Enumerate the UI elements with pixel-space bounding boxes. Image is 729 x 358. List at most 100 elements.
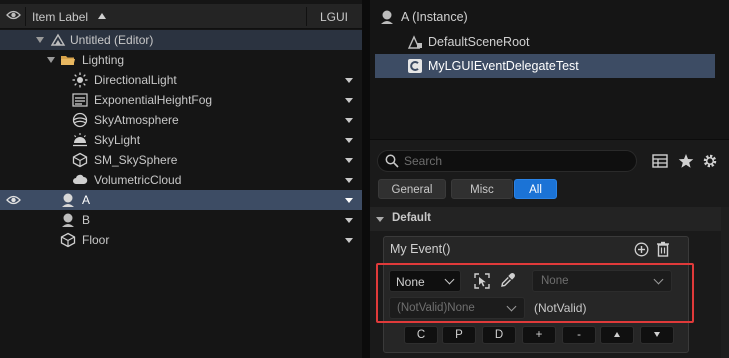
remove-entry-button[interactable]: - xyxy=(562,326,596,344)
sort-ascending-icon[interactable] xyxy=(98,13,106,19)
outliner-row-label: VolumetricCloud xyxy=(94,173,182,187)
paste-button[interactable]: P xyxy=(442,326,476,344)
outliner-header: Item Label LGUI xyxy=(0,4,362,29)
header-separator xyxy=(306,7,307,26)
delete-trash-icon[interactable] xyxy=(656,241,670,260)
category-label: Default xyxy=(392,212,431,224)
outliner-row-label: SM_SkySphere xyxy=(94,153,178,167)
cpp-class-icon xyxy=(407,58,423,74)
add-entry-button[interactable]: + xyxy=(522,326,556,344)
component-row-scene-root[interactable]: DefaultSceneRoot xyxy=(375,30,715,54)
component-label: A (Instance) xyxy=(401,10,468,24)
row-dropdown-icon[interactable] xyxy=(345,178,353,183)
skylight-icon xyxy=(72,132,88,148)
duplicate-button[interactable]: D xyxy=(482,326,516,344)
component-label: MyLGUIEventDelegateTest xyxy=(428,59,579,73)
expand-arrow-icon[interactable] xyxy=(36,37,44,43)
filter-all-button[interactable]: All xyxy=(514,179,557,199)
filter-misc-button[interactable]: Misc xyxy=(451,179,513,199)
world-outliner: Item Label LGUI Untitled (Editor) Lighti… xyxy=(0,0,362,358)
item-label-column-header[interactable]: Item Label xyxy=(32,10,88,24)
scene-root-icon xyxy=(407,34,423,50)
move-up-button[interactable] xyxy=(600,326,634,344)
outliner-row-label: Untitled (Editor) xyxy=(70,33,154,47)
details-panel: A (Instance) DefaultSceneRoot MyLGUIEven… xyxy=(370,0,729,358)
outliner-row-actor[interactable]: DirectionalLight xyxy=(0,70,362,90)
lgui-column-header[interactable]: LGUI xyxy=(320,10,348,24)
fog-icon xyxy=(72,92,88,108)
expand-arrow-icon[interactable] xyxy=(47,57,55,63)
settings-gear-icon[interactable] xyxy=(701,152,719,170)
chevron-down-icon xyxy=(653,274,664,285)
outliner-row-label: A xyxy=(82,193,91,207)
event-delegate-panel: My Event() None None (NotValid)None (Not… xyxy=(376,236,694,353)
target-actor-value: None xyxy=(396,275,425,289)
components-tree: A (Instance) DefaultSceneRoot MyLGUIEven… xyxy=(370,0,729,140)
row-dropdown-icon[interactable] xyxy=(345,198,353,203)
move-down-button[interactable] xyxy=(640,326,674,344)
sun-icon xyxy=(72,72,88,88)
function-value: None xyxy=(541,275,569,287)
outliner-row-actor-a[interactable]: A xyxy=(0,190,362,210)
target-actor-select[interactable]: None xyxy=(389,270,461,292)
outliner-row-actor[interactable]: Floor xyxy=(0,230,362,250)
outliner-row-level[interactable]: Untitled (Editor) xyxy=(0,30,362,50)
chevron-down-icon xyxy=(506,301,517,312)
folder-icon xyxy=(60,52,76,68)
component-value: (NotValid)None xyxy=(397,302,475,314)
static-mesh-icon xyxy=(60,232,76,248)
header-separator xyxy=(25,7,26,26)
row-dropdown-icon[interactable] xyxy=(345,118,353,123)
outliner-row-folder[interactable]: Lighting xyxy=(0,50,362,70)
search-icon xyxy=(385,154,399,171)
row-dropdown-icon[interactable] xyxy=(345,138,353,143)
component-row-delegate-test[interactable]: MyLGUIEventDelegateTest xyxy=(375,54,715,78)
eyedropper-icon[interactable] xyxy=(500,272,516,291)
outliner-row-actor[interactable]: VolumetricCloud xyxy=(0,170,362,190)
visibility-eye-icon[interactable] xyxy=(6,194,21,209)
outliner-row-actor[interactable]: SkyAtmosphere xyxy=(0,110,362,130)
function-select[interactable]: None xyxy=(532,270,672,292)
outliner-row-label: SkyAtmosphere xyxy=(94,113,179,127)
level-icon xyxy=(50,32,66,48)
outliner-row-actor[interactable]: SM_SkySphere xyxy=(0,150,362,170)
outliner-row-actor[interactable]: ExponentialHeightFog xyxy=(0,90,362,110)
favorites-star-icon[interactable] xyxy=(677,152,695,170)
component-label: DefaultSceneRoot xyxy=(428,35,530,49)
event-title: My Event() xyxy=(390,242,451,256)
atmosphere-icon xyxy=(72,112,88,128)
details-scrollbar[interactable] xyxy=(721,207,729,358)
filter-general-button[interactable]: General xyxy=(378,179,446,199)
outliner-row-actor[interactable]: SkyLight xyxy=(0,130,362,150)
visibility-eye-icon[interactable] xyxy=(6,9,21,24)
add-icon[interactable] xyxy=(634,242,649,260)
category-default-header[interactable]: Default xyxy=(370,207,729,231)
row-dropdown-icon[interactable] xyxy=(345,98,353,103)
parameter-status-text: (NotValid) xyxy=(534,301,587,315)
outliner-row-label: SkyLight xyxy=(94,133,141,147)
row-dropdown-icon[interactable] xyxy=(345,158,353,163)
row-dropdown-icon[interactable] xyxy=(345,78,353,83)
arrow-up-icon xyxy=(614,332,620,338)
arrow-down-icon xyxy=(654,332,660,338)
collapse-arrow-icon[interactable] xyxy=(376,217,384,222)
panel-splitter[interactable] xyxy=(362,0,370,358)
search-input[interactable] xyxy=(404,153,624,169)
actor-icon xyxy=(379,9,395,25)
chevron-down-icon xyxy=(444,274,455,285)
outliner-row-label: Lighting xyxy=(82,53,125,67)
row-dropdown-icon[interactable] xyxy=(345,238,353,243)
component-select[interactable]: (NotValid)None xyxy=(389,297,525,319)
actor-icon xyxy=(60,192,76,208)
component-row-instance[interactable]: A (Instance) xyxy=(375,5,715,29)
outliner-row-label: B xyxy=(82,213,91,227)
table-view-icon[interactable] xyxy=(651,152,669,170)
outliner-row-label: Floor xyxy=(82,233,110,247)
details-search[interactable] xyxy=(377,150,637,172)
cloud-icon xyxy=(72,172,88,188)
pick-actor-icon[interactable] xyxy=(474,273,490,292)
row-dropdown-icon[interactable] xyxy=(345,218,353,223)
outliner-row-actor-b[interactable]: B xyxy=(0,210,362,230)
copy-button[interactable]: C xyxy=(404,326,438,344)
outliner-row-label: ExponentialHeightFog xyxy=(94,93,213,107)
